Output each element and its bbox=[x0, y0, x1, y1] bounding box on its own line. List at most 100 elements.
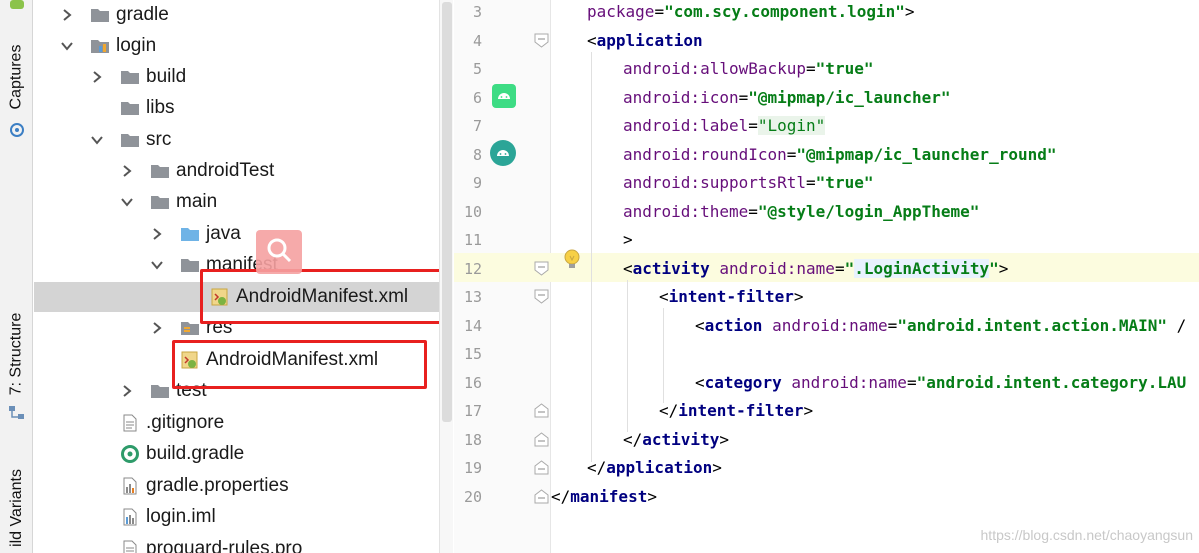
tree-item-label: test bbox=[176, 380, 207, 401]
tree-item-main[interactable]: main bbox=[34, 187, 439, 217]
properties-file-icon bbox=[120, 477, 140, 495]
code-line-13[interactable]: <intent-filter> bbox=[659, 287, 804, 306]
code-line-12[interactable]: <activity android:name=".LoginActivity"> bbox=[623, 259, 1008, 278]
tree-item-label: main bbox=[176, 191, 218, 212]
tree-item-java[interactable]: java bbox=[34, 219, 439, 249]
tree-item-res[interactable]: res bbox=[34, 313, 439, 343]
folder-icon bbox=[120, 68, 140, 86]
tree-item-proguard-rules[interactable]: proguard-rules.pro bbox=[34, 534, 439, 553]
code-line-14[interactable]: <action android:name="android.intent.act… bbox=[695, 316, 1186, 335]
code-line-9[interactable]: android:supportsRtl="true" bbox=[623, 173, 873, 192]
code-line-11[interactable]: > bbox=[623, 230, 633, 249]
tree-item-src[interactable]: src bbox=[34, 125, 439, 155]
scrollbar-thumb[interactable] bbox=[442, 2, 452, 422]
project-tree[interactable]: gradle login build libs src androidTest bbox=[34, 0, 439, 553]
tab-structure[interactable]: 7: Structure bbox=[0, 308, 33, 400]
fold-collapse-icon[interactable] bbox=[534, 33, 549, 48]
chevron-right-icon[interactable] bbox=[150, 321, 164, 335]
fold-end-icon[interactable] bbox=[534, 460, 549, 475]
line-number: 9 bbox=[472, 174, 482, 192]
code-line-19[interactable]: </application> bbox=[587, 458, 722, 477]
tree-item-gitignore[interactable]: .gitignore bbox=[34, 408, 439, 438]
tree-item-label: gradle bbox=[116, 4, 169, 25]
indent-guide bbox=[591, 52, 592, 462]
fold-collapse-icon[interactable] bbox=[534, 289, 549, 304]
line-number: 19 bbox=[463, 459, 482, 477]
code-line-3[interactable]: package="com.scy.component.login"> bbox=[587, 2, 915, 21]
fold-end-icon[interactable] bbox=[534, 432, 549, 447]
folder-icon bbox=[180, 256, 200, 274]
line-number: 13 bbox=[463, 288, 482, 306]
tree-item-gradle[interactable]: gradle bbox=[34, 0, 439, 30]
tree-item-test[interactable]: test bbox=[34, 376, 439, 406]
chevron-right-icon[interactable] bbox=[90, 70, 104, 84]
structure-icon[interactable] bbox=[8, 404, 26, 422]
code-line-10[interactable]: android:theme="@style/login_AppTheme" bbox=[623, 202, 979, 221]
line-number: 20 bbox=[463, 488, 482, 506]
fold-end-icon[interactable] bbox=[534, 403, 549, 418]
code-line-7[interactable]: android:label="Login" bbox=[623, 116, 826, 135]
tree-item-gradle-properties[interactable]: gradle.properties bbox=[34, 471, 439, 501]
chevron-down-icon[interactable] bbox=[90, 133, 104, 147]
tree-item-login[interactable]: login bbox=[34, 31, 439, 61]
line-number: 6 bbox=[472, 89, 482, 107]
code-line-8[interactable]: android:roundIcon="@mipmap/ic_launcher_r… bbox=[623, 145, 1057, 164]
chevron-right-icon[interactable] bbox=[150, 227, 164, 241]
code-line-4[interactable]: <application bbox=[587, 31, 703, 50]
android-icon[interactable] bbox=[8, 0, 26, 18]
tree-item-libs[interactable]: libs bbox=[34, 93, 439, 123]
search-icon bbox=[265, 236, 293, 268]
floating-search-button[interactable] bbox=[256, 230, 302, 274]
tree-item-label: login bbox=[116, 35, 157, 56]
line-number: 15 bbox=[463, 345, 482, 363]
tree-item-manifest[interactable]: manifest bbox=[34, 250, 439, 280]
line-number: 7 bbox=[472, 117, 482, 135]
tree-item-label: .gitignore bbox=[146, 412, 225, 433]
code-line-18[interactable]: </activity> bbox=[623, 430, 729, 449]
code-line-20[interactable]: </manifest> bbox=[551, 487, 657, 506]
manifest-file-icon bbox=[180, 351, 200, 369]
tab-captures[interactable]: Captures bbox=[0, 38, 33, 116]
tree-item-label: AndroidManifest.xml bbox=[236, 286, 409, 307]
tree-item-build-gradle[interactable]: build.gradle bbox=[34, 439, 439, 469]
tree-item-label: src bbox=[146, 129, 172, 150]
iml-file-icon bbox=[120, 508, 140, 526]
chevron-down-icon[interactable] bbox=[60, 39, 74, 53]
folder-icon bbox=[120, 131, 140, 149]
code-line-6[interactable]: android:icon="@mipmap/ic_launcher" bbox=[623, 88, 951, 107]
tree-item-label: login.iml bbox=[146, 506, 216, 527]
text-file-icon bbox=[120, 540, 140, 553]
camera-icon[interactable] bbox=[8, 120, 26, 138]
source-folder-icon bbox=[180, 225, 200, 243]
chevron-right-icon[interactable] bbox=[120, 384, 134, 398]
chevron-down-icon[interactable] bbox=[120, 195, 134, 209]
fold-collapse-icon[interactable] bbox=[534, 261, 549, 276]
tree-item-label: build bbox=[146, 66, 187, 87]
tree-item-androidmanifest-src[interactable]: AndroidManifest.xml bbox=[34, 345, 439, 375]
code-editor[interactable]: package="com.scy.component.login"> <appl… bbox=[551, 0, 1199, 553]
code-line-17[interactable]: </intent-filter> bbox=[659, 401, 813, 420]
chevron-right-icon[interactable] bbox=[120, 164, 134, 178]
line-number: 10 bbox=[463, 203, 482, 221]
tree-item-label: java bbox=[206, 223, 241, 244]
code-line-16[interactable]: <category android:name="android.intent.c… bbox=[695, 373, 1186, 392]
tree-item-label: androidTest bbox=[176, 160, 275, 181]
tree-item-login-iml[interactable]: login.iml bbox=[34, 502, 439, 532]
tab-build-variants[interactable]: ild Variants bbox=[0, 462, 33, 553]
line-number: 12 bbox=[463, 260, 482, 278]
tree-item-androidmanifest-main[interactable]: AndroidManifest.xml bbox=[34, 282, 439, 312]
tree-scrollbar[interactable] bbox=[439, 0, 453, 553]
android-round-resource-icon[interactable] bbox=[490, 140, 516, 166]
chevron-down-icon[interactable] bbox=[150, 258, 164, 272]
android-resource-icon[interactable] bbox=[492, 84, 516, 108]
tree-item-androidtest[interactable]: androidTest bbox=[34, 156, 439, 186]
tree-item-build[interactable]: build bbox=[34, 62, 439, 92]
line-number: 11 bbox=[463, 231, 482, 249]
text-file-icon bbox=[120, 414, 140, 432]
code-line-5[interactable]: android:allowBackup="true" bbox=[623, 59, 873, 78]
fold-end-icon[interactable] bbox=[534, 489, 549, 504]
tree-item-label: proguard-rules.pro bbox=[146, 538, 303, 553]
folder-icon bbox=[150, 162, 170, 180]
line-number: 17 bbox=[463, 402, 482, 420]
chevron-right-icon[interactable] bbox=[60, 8, 74, 22]
